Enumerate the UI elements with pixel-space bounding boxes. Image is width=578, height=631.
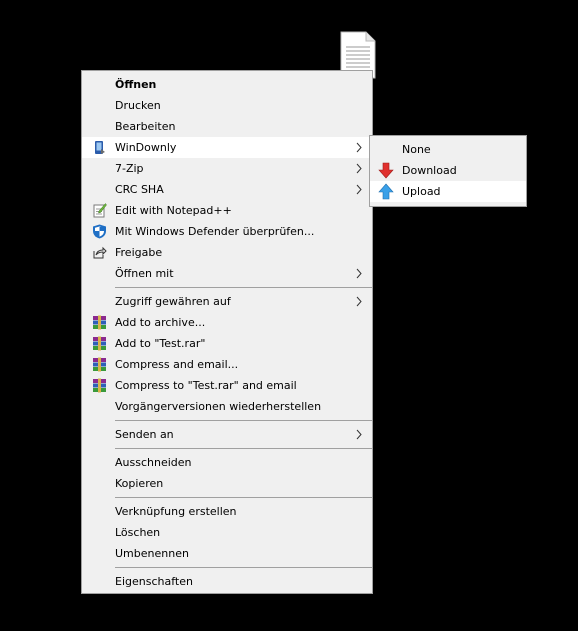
- menu-item-eigenschaften[interactable]: Eigenschaften: [82, 571, 372, 592]
- winrar-icon: [93, 378, 106, 393]
- menu-item-compress-and-email[interactable]: Compress and email...: [82, 354, 372, 375]
- menu-item-label: Add to archive...: [115, 316, 206, 329]
- chevron-right-icon: [356, 184, 362, 195]
- winrar-icon: [93, 357, 106, 372]
- menu-item-label: Compress to "Test.rar" and email: [115, 379, 297, 392]
- menu-item-add-to-archive[interactable]: Add to archive...: [82, 312, 372, 333]
- chevron-right-icon: [356, 142, 362, 153]
- menu-item-add-to-test-rar[interactable]: Add to "Test.rar": [82, 333, 372, 354]
- menu-separator: [115, 287, 372, 288]
- winrar-icon: [93, 315, 106, 330]
- menu-item-zugriff-gewaehren[interactable]: Zugriff gewähren auf: [82, 291, 372, 312]
- menu-item-label: Freigabe: [115, 246, 163, 259]
- share-icon: [93, 246, 107, 259]
- menu-item-label: Kopieren: [115, 477, 164, 490]
- submenu-item-none[interactable]: None: [370, 139, 526, 160]
- menu-item-7zip[interactable]: 7-Zip: [82, 158, 372, 179]
- menu-item-verknuepfung-erstellen[interactable]: Verknüpfung erstellen: [82, 501, 372, 522]
- windows-defender-shield-icon: [93, 224, 106, 239]
- menu-item-label: Verknüpfung erstellen: [115, 505, 237, 518]
- download-arrow-icon: [378, 162, 394, 179]
- menu-item-label: Öffnen mit: [115, 267, 174, 280]
- menu-item-drucken[interactable]: Drucken: [82, 95, 372, 116]
- menu-separator: [115, 567, 372, 568]
- submenu-item-label: Upload: [402, 185, 441, 198]
- menu-item-label: Umbenennen: [115, 547, 189, 560]
- chevron-right-icon: [356, 268, 362, 279]
- menu-item-label: Löschen: [115, 526, 161, 539]
- menu-item-label: Öffnen: [115, 78, 157, 91]
- menu-item-loeschen[interactable]: Löschen: [82, 522, 372, 543]
- menu-item-umbenennen[interactable]: Umbenennen: [82, 543, 372, 564]
- menu-item-label: Ausschneiden: [115, 456, 192, 469]
- menu-item-ausschneiden[interactable]: Ausschneiden: [82, 452, 372, 473]
- menu-item-label: Zugriff gewähren auf: [115, 295, 231, 308]
- desktop: Öffnen Drucken Bearbeiten WinDownly 7-Zi…: [0, 0, 578, 631]
- menu-item-label: Mit Windows Defender überprüfen...: [115, 225, 315, 238]
- menu-item-bearbeiten[interactable]: Bearbeiten: [82, 116, 372, 137]
- menu-item-label: CRC SHA: [115, 183, 164, 196]
- submenu-item-download[interactable]: Download: [370, 160, 526, 181]
- upload-arrow-icon: [378, 183, 394, 200]
- menu-item-freigabe[interactable]: Freigabe: [82, 242, 372, 263]
- menu-item-label: 7-Zip: [115, 162, 144, 175]
- menu-separator: [115, 497, 372, 498]
- menu-separator: [115, 448, 372, 449]
- menu-item-label: Edit with Notepad++: [115, 204, 232, 217]
- menu-item-label: Add to "Test.rar": [115, 337, 206, 350]
- menu-separator: [115, 420, 372, 421]
- chevron-right-icon: [356, 429, 362, 440]
- chevron-right-icon: [356, 163, 362, 174]
- menu-item-windownly[interactable]: WinDownly: [82, 137, 372, 158]
- windownly-icon: [95, 141, 105, 154]
- menu-item-oeffnen[interactable]: Öffnen: [82, 74, 372, 95]
- menu-item-windows-defender[interactable]: Mit Windows Defender überprüfen...: [82, 221, 372, 242]
- chevron-right-icon: [356, 296, 362, 307]
- menu-item-kopieren[interactable]: Kopieren: [82, 473, 372, 494]
- submenu-item-label: None: [402, 143, 431, 156]
- menu-item-label: Drucken: [115, 99, 161, 112]
- winrar-icon: [93, 336, 106, 351]
- submenu-item-upload[interactable]: Upload: [370, 181, 526, 202]
- menu-item-crc-sha[interactable]: CRC SHA: [82, 179, 372, 200]
- menu-item-label: Bearbeiten: [115, 120, 176, 133]
- menu-item-label: Vorgängerversionen wiederherstellen: [115, 400, 322, 413]
- menu-item-oeffnen-mit[interactable]: Öffnen mit: [82, 263, 372, 284]
- menu-item-edit-with-notepad[interactable]: Edit with Notepad++: [82, 200, 372, 221]
- menu-item-senden-an[interactable]: Senden an: [82, 424, 372, 445]
- menu-item-label: Compress and email...: [115, 358, 239, 371]
- menu-item-label: Senden an: [115, 428, 174, 441]
- menu-item-vorgaengerversionen[interactable]: Vorgängerversionen wiederherstellen: [82, 396, 372, 417]
- context-menu: Öffnen Drucken Bearbeiten WinDownly 7-Zi…: [81, 70, 373, 594]
- menu-item-compress-to-test-rar-and-email[interactable]: Compress to "Test.rar" and email: [82, 375, 372, 396]
- submenu-item-label: Download: [402, 164, 457, 177]
- windownly-submenu: None Download Upload: [369, 135, 527, 207]
- menu-item-label: WinDownly: [115, 141, 177, 154]
- notepad-plus-plus-icon: [93, 203, 107, 218]
- menu-item-label: Eigenschaften: [115, 575, 193, 588]
